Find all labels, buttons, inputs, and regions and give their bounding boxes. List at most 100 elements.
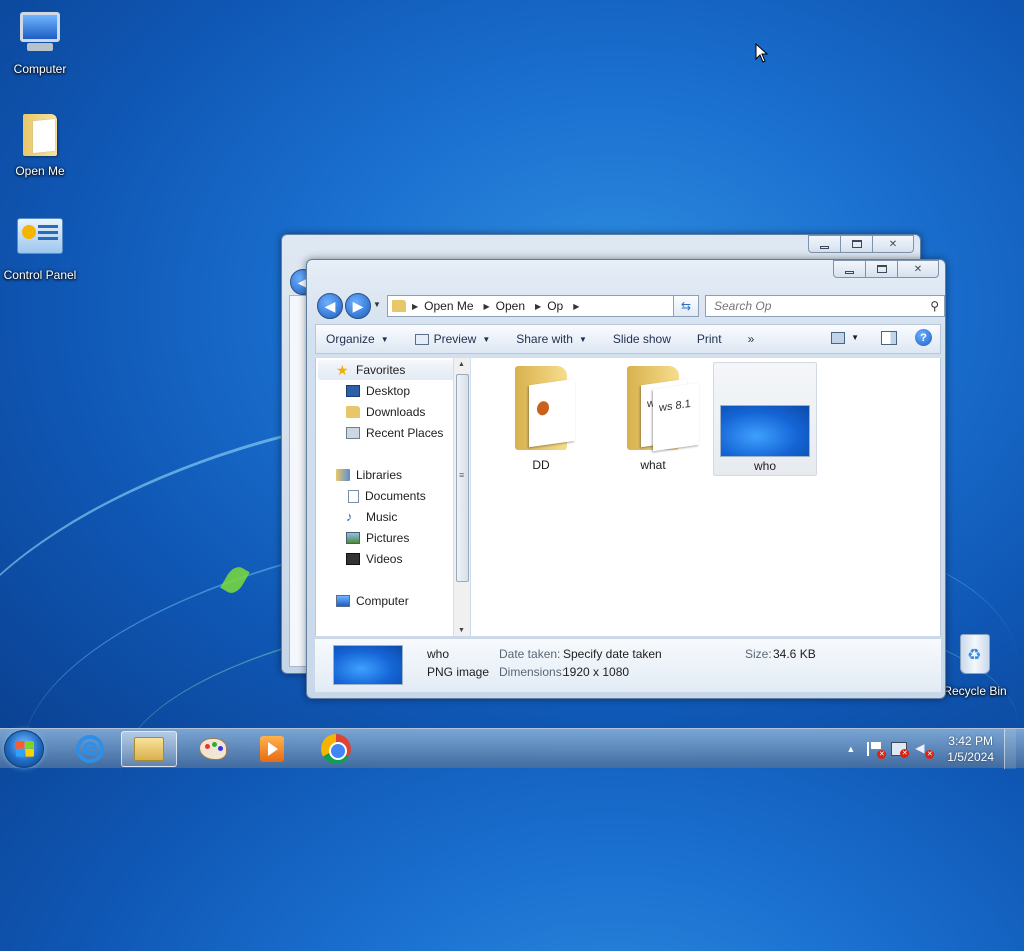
print-button[interactable]: Print [697, 332, 722, 346]
desktop-icon-label: Computer [13, 62, 67, 76]
nav-label: Recent Places [366, 426, 444, 440]
share-with-button[interactable]: Share with ▼ [516, 332, 587, 346]
music-icon: ♪ [346, 509, 353, 524]
close-icon: ✕ [913, 263, 923, 275]
help-icon[interactable]: ? [915, 329, 932, 346]
volume-icon[interactable]: ✕ [915, 741, 935, 759]
nav-label: Libraries [356, 468, 403, 482]
explorer-window[interactable]: ✕ ◀ ▶ ▼ ▶ Open Me ▶ Open ▶ Op ▶ ▼ ⇆ ⚲ Or… [306, 259, 946, 699]
navigation-scrollbar[interactable]: ▲ ≡ ▼ [453, 358, 470, 636]
paint-icon [199, 738, 227, 760]
nav-item-downloads[interactable]: Downloads [346, 402, 425, 422]
file-item-dd[interactable]: DD [489, 362, 593, 476]
nav-item-videos[interactable]: Videos [346, 549, 402, 569]
preview-button[interactable]: Preview ▼ [414, 332, 491, 346]
breadcrumb-arrow-icon[interactable]: ▶ [573, 302, 579, 311]
folder-preview-text: ws 8.1 [659, 397, 691, 415]
recent-pages-dropdown[interactable]: ▼ [373, 300, 383, 309]
minimize-icon [845, 270, 854, 274]
network-icon[interactable]: ✕ [891, 742, 910, 758]
show-hidden-icons-icon[interactable]: ▲ [846, 744, 855, 754]
nav-label: Pictures [366, 531, 410, 545]
chevron-down-icon: ▼ [380, 334, 389, 344]
minimize-button[interactable] [833, 260, 866, 278]
nav-item-pictures[interactable]: Pictures [346, 528, 409, 548]
chevron-down-icon: ▼ [373, 300, 381, 309]
breadcrumb-item[interactable]: Open [496, 299, 525, 313]
breadcrumb-arrow-icon[interactable]: ▶ [484, 302, 490, 311]
action-center-icon[interactable]: ✕ [867, 742, 887, 759]
search-icon[interactable]: ⚲ [930, 299, 939, 313]
taskbar-file-explorer[interactable] [121, 731, 177, 767]
refresh-button[interactable]: ⇆ [673, 295, 699, 317]
desktop-icon-control-panel[interactable]: Control Panel [0, 214, 80, 282]
show-desktop-button[interactable] [1004, 729, 1016, 769]
nav-item-music[interactable]: ♪ Music [346, 507, 397, 527]
slide-show-button[interactable]: Slide show [613, 332, 671, 346]
details-size-label: Size: [745, 647, 772, 661]
control-panel-icon [16, 218, 64, 266]
more-commands-button[interactable]: » [748, 332, 755, 346]
nav-label: Documents [365, 489, 426, 503]
videos-icon [346, 553, 360, 565]
clock[interactable]: 3:42 PM 1/5/2024 [947, 733, 994, 765]
file-item-who[interactable]: who [713, 362, 817, 476]
desktop-icon-label: Control Panel [3, 268, 77, 282]
back-button[interactable]: ◀ [317, 293, 343, 319]
scroll-down-icon[interactable]: ▼ [458, 627, 465, 634]
image-thumbnail [720, 405, 810, 457]
scroll-up-icon[interactable]: ▲ [458, 361, 465, 368]
details-date-taken-value[interactable]: Specify date taken [563, 647, 662, 661]
search-input[interactable] [712, 298, 922, 314]
file-item-what[interactable]: ws 8.1 ws 8.1 what [601, 362, 705, 476]
print-label: Print [696, 332, 722, 346]
navigation-pane: ★ Favorites Desktop Downloads Recent Plac… [315, 358, 463, 636]
close-button[interactable]: ✕ [872, 235, 914, 253]
chevron-down-icon: ▼ [482, 334, 491, 344]
refresh-icon: ⇆ [680, 299, 692, 313]
breadcrumb-label: Open Me [424, 299, 474, 313]
maximize-button[interactable] [865, 260, 898, 278]
taskbar-media-player[interactable] [244, 731, 300, 767]
nav-label: Videos [366, 552, 403, 566]
more-commands-label: » [747, 332, 755, 346]
chevron-down-icon[interactable]: ▼ [851, 333, 859, 342]
nav-item-documents[interactable]: Documents [348, 486, 426, 506]
taskbar-chrome[interactable] [308, 731, 364, 767]
nav-item-libraries[interactable]: Libraries [336, 465, 402, 485]
details-dimensions-label: Dimensions: [499, 665, 566, 679]
start-button[interactable] [4, 730, 44, 768]
taskbar-paint[interactable] [185, 731, 241, 767]
media-player-icon [260, 736, 284, 762]
breadcrumb-arrow-icon: ▶ [412, 301, 419, 311]
clock-date: 1/5/2024 [947, 750, 994, 764]
breadcrumb-item[interactable]: Op [547, 299, 563, 313]
maximize-icon [876, 265, 887, 273]
nav-item-recent-places[interactable]: Recent Places [346, 423, 443, 443]
desktop-icon-label: Recycle Bin [943, 684, 1007, 698]
taskbar-internet-explorer[interactable] [62, 731, 118, 767]
desktop-icon-computer[interactable]: Computer [0, 8, 80, 76]
address-bar[interactable]: ▶ Open Me ▶ Open ▶ Op ▶ ▼ [387, 295, 689, 317]
nav-label: Desktop [366, 384, 411, 398]
downloads-icon [346, 406, 360, 418]
chevron-down-icon: ▼ [578, 334, 587, 344]
desktop-icon-open-me[interactable]: Open Me [0, 110, 80, 178]
preview-pane-icon[interactable] [881, 330, 897, 345]
minimize-icon [820, 245, 829, 249]
nav-item-computer[interactable]: Computer [336, 591, 409, 611]
maximize-button[interactable] [840, 235, 873, 253]
forward-button[interactable]: ▶ [345, 293, 371, 319]
organize-button[interactable]: Organize ▼ [326, 332, 389, 346]
change-view-icon[interactable] [831, 331, 846, 344]
desktop-icon-recycle-bin[interactable]: Recycle Bin [935, 630, 1015, 698]
nav-label: Downloads [366, 405, 426, 419]
preview-icon [414, 333, 429, 345]
breadcrumb-arrow-icon[interactable]: ▶ [535, 302, 541, 311]
nav-item-favorites[interactable]: ★ Favorites [336, 360, 405, 380]
nav-item-desktop[interactable]: Desktop [346, 381, 410, 401]
breadcrumb-item[interactable]: Open Me [424, 299, 473, 313]
close-button[interactable]: ✕ [897, 260, 939, 278]
search-box[interactable]: ⚲ [705, 295, 945, 317]
minimize-button[interactable] [808, 235, 841, 253]
